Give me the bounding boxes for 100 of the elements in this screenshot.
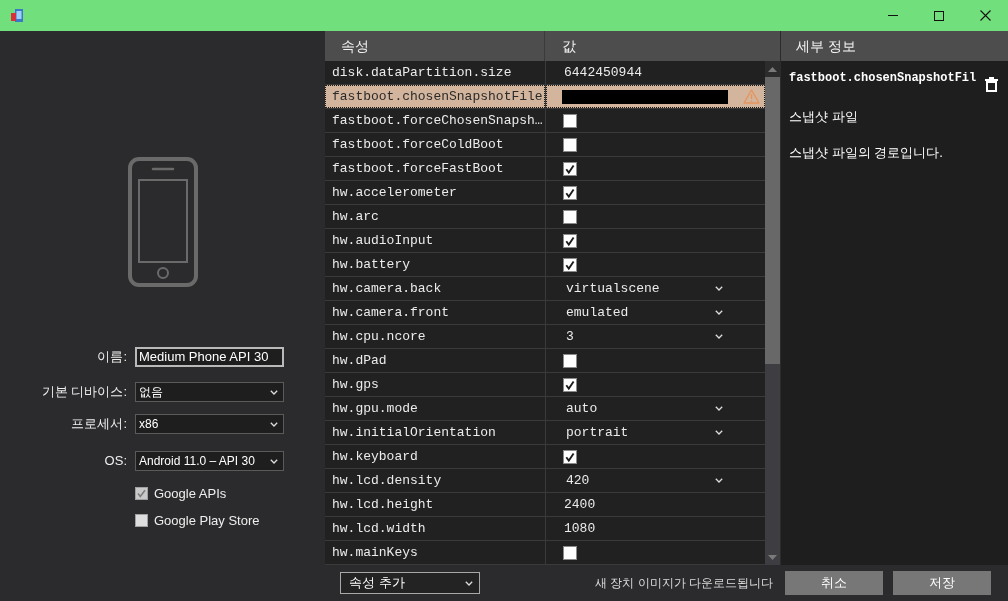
property-name: hw.gpu.mode [332,399,418,418]
property-name: hw.keyboard [332,447,418,466]
checkbox[interactable] [563,185,577,200]
table-row[interactable]: hw.lcd.width 1080 [325,517,765,541]
property-title: fastboot.chosenSnapshotFil [789,70,977,87]
property-name: fastboot.chosenSnapshotFile [332,87,543,106]
property-name: hw.lcd.density [332,471,442,490]
close-icon [979,10,991,21]
table-row[interactable]: hw.gps [325,373,765,397]
chevron-down-icon [715,310,723,315]
property-name: hw.battery [332,255,410,274]
checkbox[interactable] [563,161,577,176]
property-name: disk.dataPartition.size [332,63,512,82]
dropdown[interactable]: 3 [563,326,727,347]
checkbox[interactable] [563,353,577,368]
minimize-icon [888,15,898,16]
checkbox[interactable] [563,113,577,128]
table-row[interactable]: hw.mainKeys [325,541,765,565]
checkbox[interactable] [563,545,577,560]
chevron-down-icon [270,389,278,395]
add-property-dropdown[interactable]: 속성 추가 [340,572,480,594]
checkbox[interactable] [563,257,577,272]
property-value: 6442450944 [564,63,642,82]
trash-icon[interactable] [985,77,998,92]
chevron-down-icon [270,421,278,427]
table-row[interactable]: hw.dPad [325,349,765,373]
property-name: hw.cpu.ncore [332,327,426,346]
chevron-down-icon [715,406,723,411]
table-row[interactable]: hw.lcd.density 420 [325,469,765,493]
property-name: hw.camera.back [332,279,442,298]
app-icon [11,9,23,22]
property-name: fastboot.forceFastBoot [332,159,504,178]
table-row[interactable]: hw.audioInput [325,229,765,253]
property-name: hw.camera.front [332,303,450,322]
checkbox-label[interactable]: Google APIs [154,484,227,504]
table-row[interactable]: hw.gpu.mode auto [325,397,765,421]
field-label: 기본 디바이스: [41,383,127,402]
maximize-icon [934,10,944,21]
chevron-down-icon [715,286,723,291]
field-label: OS: [104,452,127,471]
table-row[interactable]: fastboot.forceColdBoot [325,133,765,157]
checkbox[interactable] [135,487,148,501]
scroll-down-icon[interactable] [768,554,777,560]
dropdown[interactable]: portrait [563,422,727,443]
path-input-field[interactable] [562,89,728,104]
field-label: 프로세서: [71,415,127,434]
table-row[interactable]: fastboot.forceChosenSnapsh… [325,109,765,133]
dropdown[interactable]: emulated [563,302,727,323]
property-name: hw.mainKeys [332,543,418,562]
property-name: hw.lcd.width [332,519,426,538]
property-name: fastboot.forceColdBoot [332,135,504,154]
chevron-down-icon [715,334,723,339]
property-name: hw.lcd.height [332,495,434,514]
chevron-down-icon [715,478,723,483]
checkbox[interactable] [135,513,148,527]
dropdown[interactable]: 없음 [135,382,284,402]
checkbox[interactable] [563,377,577,392]
chevron-down-icon [270,458,278,464]
table-row[interactable]: hw.camera.back virtualscene [325,277,765,301]
table-row[interactable]: hw.lcd.height 2400 [325,493,765,517]
checkbox[interactable] [563,233,577,248]
property-label: 스냅샷 파일 [789,108,858,126]
dropdown[interactable]: virtualscene [563,278,727,299]
property-name: hw.audioInput [332,231,434,250]
table-row[interactable]: hw.accelerometer [325,181,765,205]
table-row[interactable]: hw.cpu.ncore 3 [325,325,765,349]
table-row[interactable]: hw.arc [325,205,765,229]
table-row[interactable]: fastboot.chosenSnapshotFile [325,85,765,109]
dialog-button[interactable]: 저장 [893,571,991,595]
table-row[interactable]: hw.initialOrientation portrait [325,421,765,445]
scroll-thumb[interactable] [765,77,780,364]
column-header: 값 [561,36,577,56]
table-row[interactable]: hw.battery [325,253,765,277]
checkbox[interactable] [563,137,577,152]
table-row[interactable]: hw.camera.front emulated [325,301,765,325]
dropdown[interactable]: auto [563,398,727,419]
checkbox[interactable] [563,449,577,464]
property-name: hw.accelerometer [332,183,457,202]
checkbox-label[interactable]: Google Play Store [154,510,260,530]
dropdown[interactable]: Android 11.0 – API 30 [135,451,284,471]
panel-header: 세부 정보 [781,31,1008,61]
phone-icon [127,157,198,287]
property-name: hw.initialOrientation [332,423,496,442]
chevron-down-icon [465,580,473,586]
table-row[interactable]: fastboot.forceFastBoot [325,157,765,181]
checkbox[interactable] [563,209,577,224]
dropdown[interactable]: 420 [563,470,727,491]
property-name: hw.gps [332,375,379,394]
table-row[interactable]: disk.dataPartition.size 6442450944 [325,61,765,85]
property-value: 1080 [564,519,596,538]
status-text: 새 장치 이미지가 다운로드됩니다 [595,575,773,592]
field-label: 이름: [97,348,127,367]
property-value: 2400 [564,495,596,514]
dialog-button[interactable]: 취소 [785,571,883,595]
scroll-up-icon[interactable] [768,66,777,72]
table-row[interactable]: hw.keyboard [325,445,765,469]
name-input-field[interactable]: Medium Phone API 30 [135,347,284,367]
scrollbar[interactable] [765,61,780,565]
property-name: hw.dPad [332,351,387,370]
dropdown[interactable]: x86 [135,414,284,434]
